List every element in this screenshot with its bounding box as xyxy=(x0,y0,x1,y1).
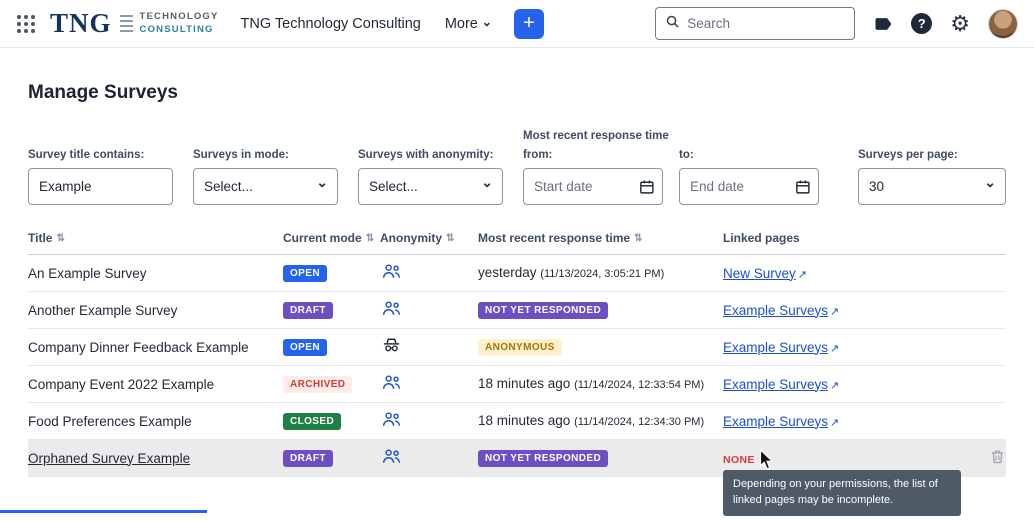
column-header-anonymity[interactable]: Anonymity ⇅ xyxy=(380,231,478,245)
external-link-icon: ↗ xyxy=(830,379,839,392)
survey-title[interactable]: Food Preferences Example xyxy=(28,414,283,429)
group-anonymity-icon xyxy=(380,371,403,397)
add-button[interactable]: + xyxy=(514,9,544,39)
filters-bar: Survey title contains: Surveys in mode: … xyxy=(28,130,1006,205)
column-header-response-time[interactable]: Most recent response time ⇅ xyxy=(478,231,723,245)
response-time: 18 minutes ago xyxy=(478,413,570,428)
response-status-badge: NOT YET RESPONDED xyxy=(478,450,608,467)
mode-badge: OPEN xyxy=(283,265,327,282)
linked-pages-tooltip: Depending on your permissions, the list … xyxy=(723,470,961,516)
footer-accent-bar xyxy=(0,510,207,513)
mode-badge: DRAFT xyxy=(283,302,333,319)
trash-icon xyxy=(989,448,1006,468)
group-anonymity-icon xyxy=(380,445,403,471)
surveys-table: Title ⇅ Current mode ⇅ Anonymity ⇅ Most … xyxy=(28,227,1006,477)
anonymous-incognito-icon xyxy=(380,334,403,360)
linked-none-label: NONE xyxy=(723,454,755,466)
table-row[interactable]: Food Preferences Example CLOSED 18 minut… xyxy=(28,403,1006,440)
table-row[interactable]: Another Example Survey DRAFT NOT YET RES… xyxy=(28,292,1006,329)
search-input[interactable] xyxy=(687,16,845,31)
app-title-link[interactable]: TNG Technology Consulting xyxy=(241,16,421,32)
end-date-field[interactable] xyxy=(679,168,819,205)
logo-bars-icon xyxy=(120,15,133,32)
topbar: TNG TECHNOLOGY CONSULTING TNG Technology… xyxy=(0,0,1034,48)
mode-badge: ARCHIVED xyxy=(283,376,352,393)
table-row[interactable]: An Example Survey OPEN yesterday (11/13/… xyxy=(28,255,1006,292)
column-header-linked-pages: Linked pages xyxy=(723,231,978,245)
column-header-title[interactable]: Title ⇅ xyxy=(28,231,283,245)
group-anonymity-icon xyxy=(380,408,403,434)
sort-icon[interactable]: ⇅ xyxy=(56,233,64,244)
response-status-badge: ANONYMOUS xyxy=(478,339,562,356)
title-filter-label: Survey title contains: xyxy=(28,149,173,161)
tng-logo[interactable]: TNG TECHNOLOGY CONSULTING xyxy=(50,10,219,37)
table-header-row: Title ⇅ Current mode ⇅ Anonymity ⇅ Most … xyxy=(28,227,1006,255)
survey-title[interactable]: An Example Survey xyxy=(28,266,283,281)
sort-icon[interactable]: ⇅ xyxy=(446,233,454,244)
response-time: 18 minutes ago xyxy=(478,376,570,391)
main-content: Manage Surveys Survey title contains: Su… xyxy=(0,82,1034,477)
mode-filter-select[interactable]: Select... ⌄ xyxy=(193,168,338,205)
survey-title[interactable]: Company Dinner Feedback Example xyxy=(28,340,283,355)
delete-button[interactable] xyxy=(978,448,1006,468)
more-menu[interactable]: More ⌄ xyxy=(445,16,492,32)
response-time-group-label: Most recent response time xyxy=(523,130,819,142)
chevron-down-icon: ⌄ xyxy=(481,174,493,191)
mode-filter-label: Surveys in mode: xyxy=(193,149,338,161)
external-link-icon: ↗ xyxy=(830,342,839,355)
table-row[interactable]: Company Dinner Feedback Example OPEN ANO… xyxy=(28,329,1006,366)
start-date-field[interactable] xyxy=(523,168,663,205)
per-page-select[interactable]: 30 ⌄ xyxy=(858,168,1006,205)
response-status-badge: NOT YET RESPONDED xyxy=(478,302,608,319)
column-header-current-mode[interactable]: Current mode ⇅ xyxy=(283,231,380,245)
linked-page-link[interactable]: New Survey↗ xyxy=(723,266,807,281)
apps-grid-icon[interactable] xyxy=(16,14,36,34)
logo-word-consulting: CONSULTING xyxy=(140,25,219,35)
help-icon[interactable]: ? xyxy=(911,13,932,34)
mode-badge: OPEN xyxy=(283,339,327,356)
linked-page-link[interactable]: Example Surveys↗ xyxy=(723,340,839,355)
survey-title[interactable]: Another Example Survey xyxy=(28,303,283,318)
response-time-detail: (11/14/2024, 12:33:54 PM) xyxy=(574,379,704,391)
from-label: from: xyxy=(523,149,663,161)
logo-text: TNG xyxy=(50,10,112,37)
survey-title[interactable]: Orphaned Survey Example xyxy=(28,451,283,466)
page-title: Manage Surveys xyxy=(28,82,1006,104)
linked-page-link[interactable]: Example Surveys↗ xyxy=(723,414,839,429)
anonymity-filter-select[interactable]: Select... ⌄ xyxy=(358,168,503,205)
table-row[interactable]: Company Event 2022 Example ARCHIVED 18 m… xyxy=(28,366,1006,403)
sort-icon[interactable]: ⇅ xyxy=(366,233,374,244)
chevron-down-icon: ⌄ xyxy=(316,174,328,191)
calendar-icon[interactable] xyxy=(638,178,655,195)
response-time-detail: (11/13/2024, 3:05:21 PM) xyxy=(540,268,664,280)
response-time: yesterday xyxy=(478,265,537,280)
calendar-icon[interactable] xyxy=(794,178,811,195)
chevron-down-icon: ⌄ xyxy=(482,15,492,29)
mode-badge: DRAFT xyxy=(283,450,333,467)
anonymity-filter-label: Surveys with anonymity: xyxy=(358,149,503,161)
gear-icon[interactable]: ⚙ xyxy=(950,13,970,35)
group-anonymity-icon xyxy=(380,297,403,323)
chevron-down-icon: ⌄ xyxy=(984,174,996,191)
external-link-icon: ↗ xyxy=(830,416,839,429)
avatar[interactable] xyxy=(988,9,1018,39)
logo-word-technology: TECHNOLOGY xyxy=(140,12,219,22)
survey-title[interactable]: Company Event 2022 Example xyxy=(28,377,283,392)
group-anonymity-icon xyxy=(380,260,403,286)
mode-badge: CLOSED xyxy=(283,413,341,430)
sort-icon[interactable]: ⇅ xyxy=(634,233,642,244)
search-box[interactable] xyxy=(655,7,855,40)
external-link-icon: ↗ xyxy=(830,305,839,318)
per-page-label: Surveys per page: xyxy=(858,149,1006,161)
response-time-detail: (11/14/2024, 12:34:30 PM) xyxy=(574,416,704,428)
linked-page-link[interactable]: Example Surveys↗ xyxy=(723,377,839,392)
title-filter-input[interactable] xyxy=(28,168,173,205)
tag-icon[interactable] xyxy=(873,14,893,34)
search-icon xyxy=(665,14,680,34)
linked-page-link[interactable]: Example Surveys↗ xyxy=(723,303,839,318)
to-label: to: xyxy=(679,149,819,161)
external-link-icon: ↗ xyxy=(798,268,807,281)
